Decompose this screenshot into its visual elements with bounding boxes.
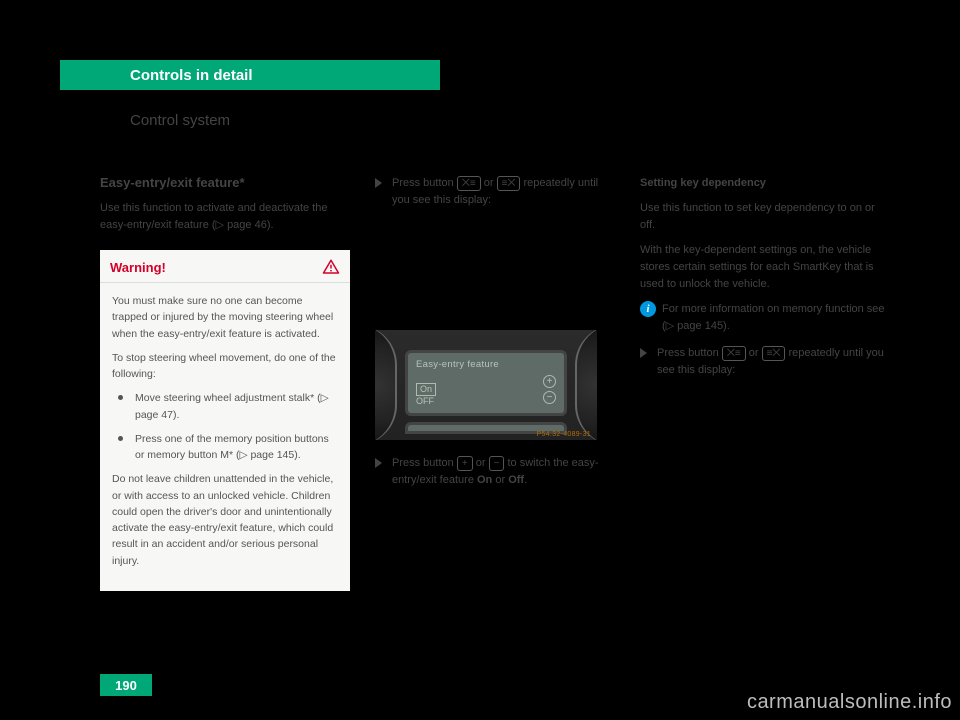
plus-button-icon: + — [457, 456, 473, 471]
on-label: On — [477, 474, 492, 486]
lcd-display: Easy-entry feature On OFF + − — [405, 350, 567, 416]
instruction-step: Press button ⨉≡ or ≡⨉ repeatedly until y… — [375, 175, 610, 209]
next-page-button-icon: ≡⨉ — [497, 176, 521, 191]
warning-box: Warning! You must make sure no one can b… — [100, 250, 350, 591]
column-2-bottom: Press button + or − to switch the easy-e… — [375, 455, 610, 497]
bullet-text: Press one of the memory position buttons… — [135, 431, 338, 464]
lcd-plus-minus: + − — [543, 375, 556, 407]
step-text: Press button ⨉≡ or ≡⨉ repeatedly until y… — [392, 175, 610, 209]
bullet-icon — [118, 436, 123, 441]
header-bar: Controls in detail — [60, 60, 440, 90]
text-fragment: Press button — [392, 177, 457, 189]
instrument-cluster-image: Easy-entry feature On OFF + − P54.32-408… — [375, 330, 597, 440]
warning-p2: To stop steering wheel movement, do one … — [112, 350, 338, 383]
bullet-text: Move steering wheel adjustment stalk* (▷… — [135, 390, 338, 423]
text-fragment: or — [481, 177, 497, 189]
prev-page-button-icon: ⨉≡ — [457, 176, 481, 191]
column-2-top: Press button ⨉≡ or ≡⨉ repeatedly until y… — [375, 175, 610, 217]
bullet-icon — [118, 395, 123, 400]
text-fragment: or — [492, 474, 508, 486]
lcd-title: Easy-entry feature — [416, 359, 556, 370]
info-note: i For more information on memory functio… — [640, 301, 885, 335]
col3-p2: With the key-dependent settings on, the … — [640, 242, 885, 293]
step-text: Press button ⨉≡ or ≡⨉ repeatedly until y… — [657, 345, 885, 379]
warning-body: You must make sure no one can become tra… — [100, 283, 350, 591]
step-arrow-icon — [640, 348, 647, 358]
list-item: Press one of the memory position buttons… — [112, 431, 338, 464]
step-text: Press button + or − to switch the easy-e… — [392, 455, 610, 489]
subsection-title: Easy-entry/exit feature* — [100, 175, 245, 190]
col3-heading: Setting key dependency — [640, 177, 766, 189]
text-fragment: or — [473, 457, 489, 469]
col3-p1: Use this function to set key dependency … — [640, 200, 885, 234]
info-icon: i — [640, 301, 656, 317]
warning-header: Warning! — [100, 250, 350, 283]
lcd-options: On OFF — [416, 383, 436, 407]
warning-bullet-list: Move steering wheel adjustment stalk* (▷… — [112, 390, 338, 463]
text-fragment: Press button — [657, 347, 722, 359]
text-fragment: . — [524, 474, 527, 486]
prev-page-button-icon: ⨉≡ — [722, 346, 746, 361]
minus-button-icon: − — [489, 456, 505, 471]
step-arrow-icon — [375, 458, 382, 468]
lcd-option-on: On — [416, 383, 436, 396]
intro-text: Use this function to activate and deacti… — [100, 200, 350, 233]
minus-icon: − — [543, 391, 556, 404]
image-reference-code: P54.32-4089-31 — [537, 431, 591, 438]
gauge-right — [575, 330, 597, 440]
off-label: Off — [508, 474, 524, 486]
next-page-button-icon: ≡⨉ — [762, 346, 786, 361]
lcd-option-off: OFF — [416, 396, 434, 406]
header-title: Controls in detail — [130, 67, 253, 84]
warning-p3: Do not leave children unattended in the … — [112, 471, 338, 569]
step-arrow-icon — [375, 178, 382, 188]
section-title: Control system — [130, 112, 230, 129]
page-number: 190 — [115, 678, 137, 693]
plus-icon: + — [543, 375, 556, 388]
warning-triangle-icon — [322, 258, 340, 276]
warning-p1: You must make sure no one can become tra… — [112, 293, 338, 342]
instruction-step: Press button ⨉≡ or ≡⨉ repeatedly until y… — [640, 345, 885, 379]
watermark: carmanualsonline.info — [747, 691, 952, 714]
warning-title: Warning! — [110, 260, 166, 275]
text-fragment: Press button — [392, 457, 457, 469]
page-number-box: 190 — [100, 674, 152, 696]
list-item: Move steering wheel adjustment stalk* (▷… — [112, 390, 338, 423]
text-fragment: or — [746, 347, 762, 359]
info-body: For more information on memory function … — [662, 301, 885, 335]
instruction-step: Press button + or − to switch the easy-e… — [375, 455, 610, 489]
gauge-left — [375, 330, 397, 440]
column-3: Setting key dependency Use this function… — [640, 175, 885, 387]
manual-page: Controls in detail Control system Easy-e… — [45, 30, 915, 690]
